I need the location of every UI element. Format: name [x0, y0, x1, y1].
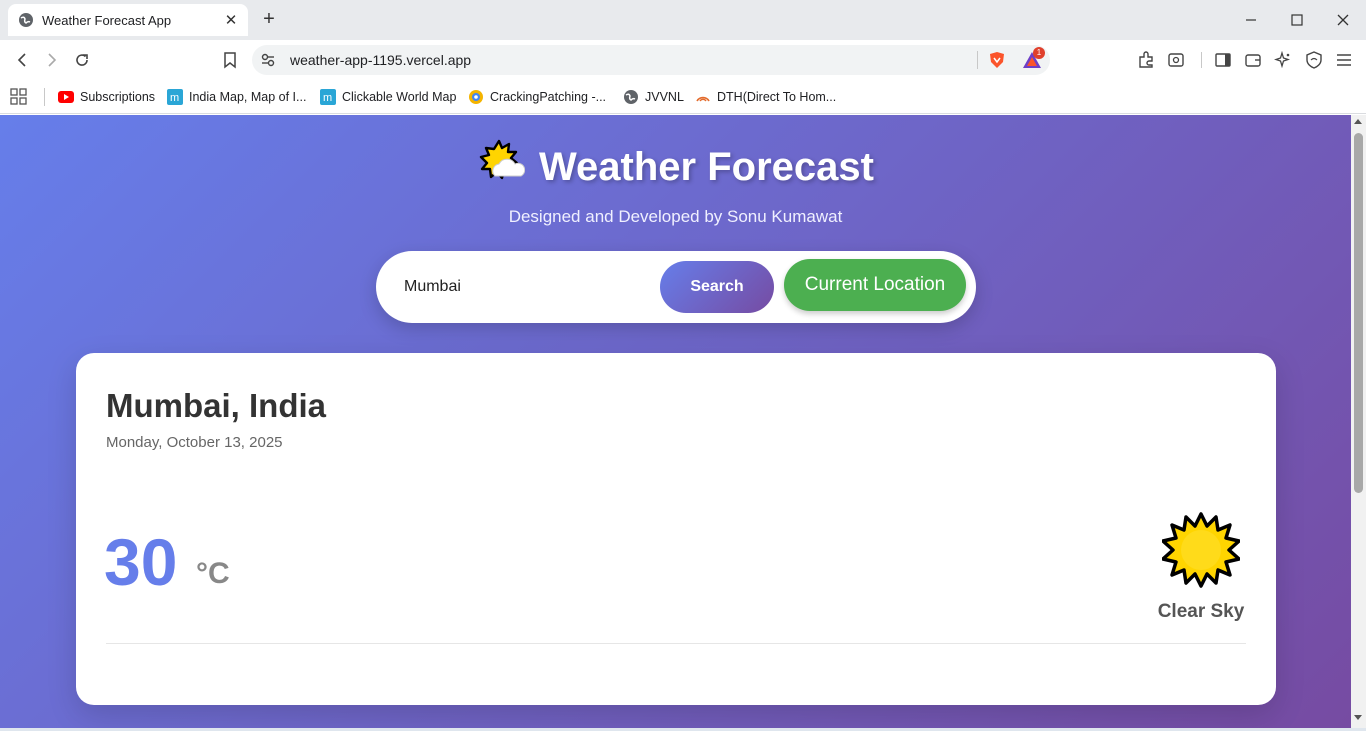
bookmark-label: JVVNL	[645, 90, 684, 104]
search-container: Search Current Location	[376, 251, 976, 323]
svg-text:m: m	[170, 92, 179, 104]
browser-titlebar: Weather Forecast App ✕ +	[0, 0, 1366, 40]
bookmarks-divider	[44, 88, 45, 106]
bookmark-label: Clickable World Map	[342, 90, 457, 104]
weather-app-page: Weather Forecast Designed and Developed …	[0, 115, 1351, 728]
leo-ai-icon[interactable]	[1273, 50, 1293, 70]
apps-grid-icon[interactable]	[10, 87, 28, 107]
bookmarks-bar: Subscriptions m India Map, Map of I... m…	[0, 80, 1366, 114]
vpn-icon[interactable]	[1304, 50, 1324, 70]
current-date: Monday, October 13, 2025	[106, 434, 283, 451]
tab-search-icon[interactable]	[1166, 50, 1186, 70]
bookmark-clickable-world-map[interactable]: m Clickable World Map	[320, 87, 456, 107]
bookmark-icon[interactable]	[218, 48, 242, 72]
extensions-icon[interactable]	[1136, 50, 1156, 70]
bookmark-label: India Map, Map of I...	[189, 90, 307, 104]
site-info-icon[interactable]	[260, 52, 276, 68]
bookmark-jvvnl[interactable]: JVVNL	[623, 87, 684, 107]
close-window-icon[interactable]	[1331, 8, 1355, 32]
scrollbar-thumb[interactable]	[1354, 133, 1363, 493]
temperature-value: 30	[104, 525, 178, 599]
search-button[interactable]: Search	[660, 261, 774, 313]
minimize-icon[interactable]	[1239, 8, 1263, 32]
rewards-badge: 1	[1033, 47, 1045, 59]
close-tab-icon[interactable]: ✕	[222, 11, 240, 29]
address-bar[interactable]: weather-app-1195.vercel.app 1	[252, 45, 1050, 75]
bookmark-label: CrackingPatching -...	[490, 90, 607, 104]
weather-condition: Clear Sky	[1157, 601, 1245, 622]
browser-tab[interactable]: Weather Forecast App ✕	[8, 4, 248, 36]
sun-icon	[1161, 511, 1241, 589]
tab-title: Weather Forecast App	[42, 12, 172, 28]
bookmark-india-map[interactable]: m India Map, Map of I...	[167, 87, 306, 107]
back-icon[interactable]	[10, 48, 34, 72]
app-title: Weather Forecast	[477, 139, 874, 195]
page-scrollbar[interactable]	[1351, 115, 1366, 728]
new-tab-button[interactable]: +	[258, 8, 280, 30]
crackingpatching-icon	[468, 89, 484, 105]
mapsofindia-icon: m	[167, 89, 183, 105]
bookmark-label: DTH(Direct To Hom...	[717, 90, 837, 104]
forward-icon[interactable]	[40, 48, 64, 72]
app-title-text: Weather Forecast	[539, 144, 874, 189]
svg-text:m: m	[323, 92, 332, 104]
scroll-up-icon[interactable]	[1354, 119, 1362, 124]
sidebar-icon[interactable]	[1213, 50, 1233, 70]
bookmark-crackingpatching[interactable]: CrackingPatching -...	[468, 87, 606, 107]
mapsofworld-icon: m	[320, 89, 336, 105]
globe-icon	[623, 89, 639, 105]
menu-icon[interactable]	[1334, 50, 1354, 70]
app-subtitle: Designed and Developed by Sonu Kumawat	[508, 207, 843, 226]
app-header: Weather Forecast Designed and Developed …	[0, 139, 1351, 227]
scroll-down-icon[interactable]	[1354, 715, 1362, 720]
globe-icon	[18, 12, 34, 28]
reload-icon[interactable]	[70, 48, 94, 72]
city-search-input[interactable]	[404, 271, 654, 303]
youtube-icon	[58, 89, 74, 105]
card-divider	[106, 643, 1246, 644]
temperature-unit: °C	[196, 557, 230, 590]
toolbar-divider	[1201, 52, 1202, 68]
url-text: weather-app-1195.vercel.app	[290, 52, 472, 68]
current-location-button[interactable]: Current Location	[784, 259, 966, 311]
sun-cloud-icon	[477, 139, 526, 195]
address-divider	[977, 51, 978, 69]
bookmark-dth[interactable]: DTH(Direct To Hom...	[695, 87, 836, 107]
dth-icon	[695, 89, 711, 105]
bookmark-subscriptions[interactable]: Subscriptions	[58, 87, 155, 107]
wallet-icon[interactable]	[1243, 50, 1263, 70]
maximize-icon[interactable]	[1285, 8, 1309, 32]
city-name: Mumbai, India	[106, 387, 327, 424]
weather-card: Mumbai, India Monday, October 13, 2025 3…	[76, 353, 1276, 705]
brave-shield-icon[interactable]	[988, 51, 1006, 69]
bookmark-label: Subscriptions	[80, 90, 156, 104]
